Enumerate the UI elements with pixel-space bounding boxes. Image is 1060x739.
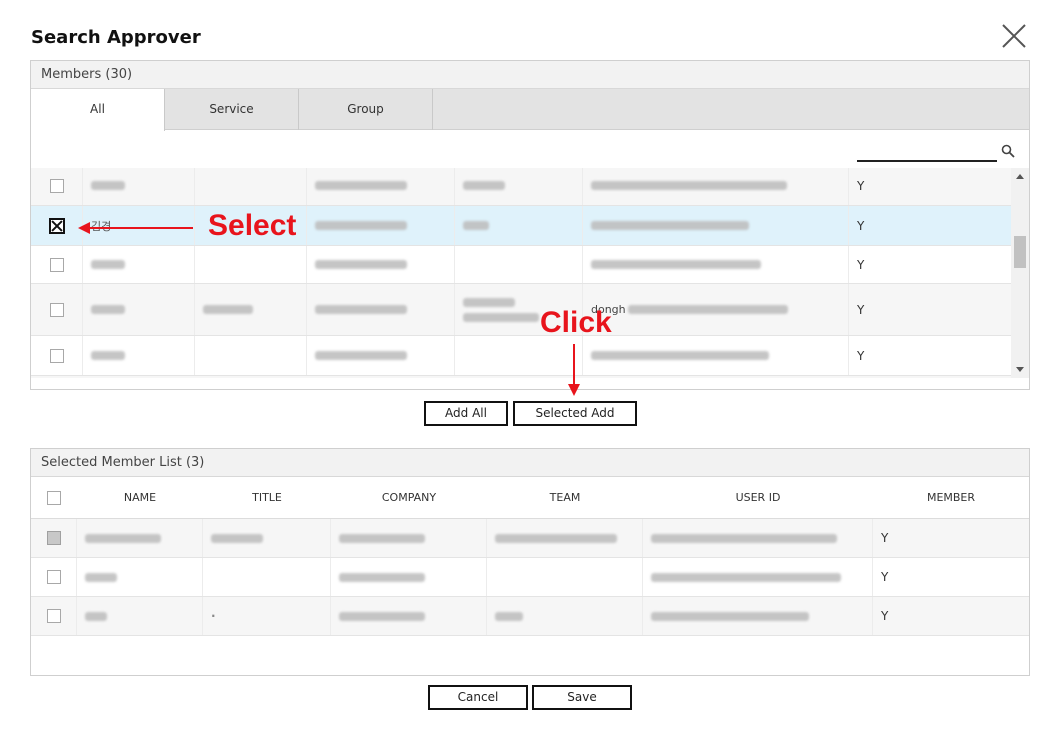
member-name: 김경	[91, 219, 112, 233]
table-row-selected[interactable]: 김경 Y	[31, 206, 1011, 246]
table-row[interactable]: Y	[31, 558, 1029, 597]
member-flag: Y	[857, 257, 865, 272]
tab-group[interactable]: Group	[299, 89, 433, 130]
col-title: TITLE	[252, 491, 282, 504]
selected-header: Selected Member List (3)	[31, 449, 1029, 477]
selected-add-button[interactable]: Selected Add	[513, 401, 637, 426]
row-checkbox[interactable]	[46, 609, 61, 623]
row-checkbox[interactable]	[49, 178, 64, 193]
select-annotation: Select	[208, 209, 297, 242]
row-checkbox[interactable]	[49, 348, 64, 363]
table-row[interactable]: · Y	[31, 597, 1029, 636]
tab-service[interactable]: Service	[165, 89, 299, 130]
col-team: TEAM	[549, 491, 581, 504]
selected-panel: Selected Member List (3) NAME TITLE COMP…	[30, 448, 1030, 676]
member-flag: Y	[881, 609, 889, 623]
scroll-up-arrow-icon[interactable]	[1016, 174, 1024, 179]
close-icon[interactable]	[1000, 22, 1028, 50]
member-flag: Y	[881, 531, 889, 545]
member-flag: Y	[857, 302, 865, 317]
save-button[interactable]: Save	[532, 685, 632, 710]
row-checkbox[interactable]	[49, 302, 64, 317]
cancel-button[interactable]: Cancel	[428, 685, 528, 710]
members-panel: Members (30) All Service Group Y 김경 Y Y …	[30, 60, 1030, 390]
search-row	[31, 130, 1029, 168]
member-flag: Y	[857, 348, 865, 363]
dialog-title: Search Approver	[31, 27, 201, 48]
selected-table: NAME TITLE COMPANY TEAM USER ID MEMBER Y…	[31, 477, 1029, 675]
search-icon[interactable]	[1001, 144, 1015, 158]
select-all-checkbox[interactable]	[47, 491, 61, 505]
table-row[interactable]	[31, 376, 1011, 378]
add-all-button[interactable]: Add All	[424, 401, 508, 426]
member-table: Y 김경 Y Y dongh Y Y	[31, 168, 1029, 378]
scroll-down-arrow-icon[interactable]	[1016, 367, 1024, 372]
members-header: Members (30)	[31, 61, 1029, 89]
member-title: ·	[211, 609, 216, 623]
row-checkbox[interactable]	[46, 570, 61, 584]
member-flag: Y	[857, 178, 865, 193]
member-flag: Y	[881, 570, 889, 584]
tab-bar: All Service Group	[31, 89, 1029, 131]
table-row[interactable]: dongh Y	[31, 284, 1011, 336]
click-annotation: Click	[540, 306, 612, 339]
table-row[interactable]: Y	[31, 519, 1029, 558]
row-checkbox[interactable]	[49, 257, 64, 272]
row-checkbox-checked[interactable]	[48, 217, 65, 234]
col-company: COMPANY	[381, 491, 437, 504]
search-input[interactable]	[857, 140, 997, 162]
table-row[interactable]: Y	[31, 246, 1011, 284]
table-row[interactable]: Y	[31, 168, 1011, 206]
tab-all[interactable]: All	[31, 89, 165, 131]
table-row[interactable]: Y	[31, 336, 1011, 376]
row-checkbox-disabled[interactable]	[46, 531, 61, 545]
scrollbar[interactable]	[1011, 168, 1029, 378]
member-flag: Y	[857, 218, 865, 233]
col-name: NAME	[123, 491, 157, 504]
col-user-id: USER ID	[735, 491, 781, 504]
selected-table-header: NAME TITLE COMPANY TEAM USER ID MEMBER	[31, 477, 1029, 519]
scrollbar-thumb[interactable]	[1014, 236, 1026, 268]
col-member: MEMBER	[926, 491, 976, 504]
